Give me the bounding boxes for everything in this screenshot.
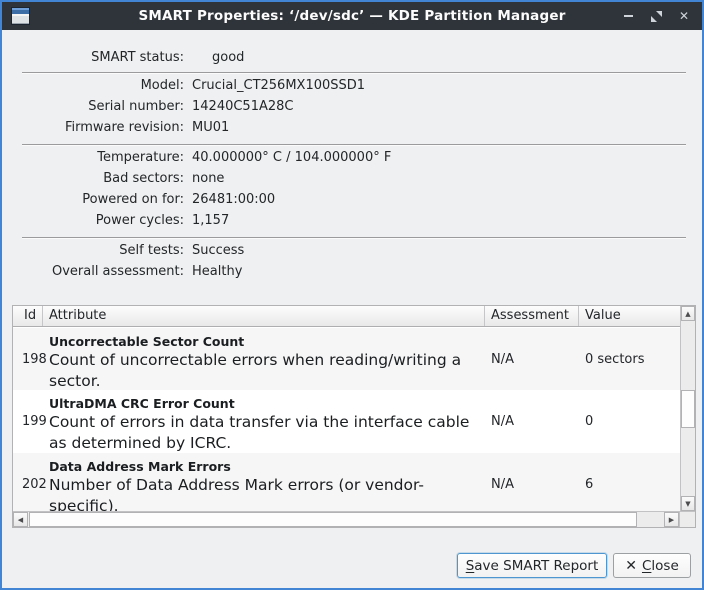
smart-properties-dialog: SMART Properties: ‘/dev/sdc’ — KDE Parti… xyxy=(0,0,704,590)
table-header: Id Attribute Assessment Value xyxy=(13,306,680,327)
attr-name: Uncorrectable Sector Count xyxy=(49,334,475,350)
attr-description: Count of errors in data transfer via the… xyxy=(49,412,475,453)
bad-sectors-label: Bad sectors: xyxy=(12,171,184,189)
attr-assessment: N/A xyxy=(485,328,579,391)
scroll-up-button[interactable]: ▲ xyxy=(681,306,695,321)
save-button-label: Save SMART Report xyxy=(466,558,599,574)
vertical-scroll-thumb[interactable] xyxy=(681,390,695,428)
close-button-label: Close xyxy=(642,558,679,574)
separator xyxy=(22,72,686,73)
window-controls: ✕ xyxy=(620,2,692,30)
attr-cell: Uncorrectable Sector Count Count of unco… xyxy=(43,328,485,391)
smart-status-row: SMART status: good xyxy=(12,50,692,68)
attr-name: UltraDMA CRC Error Count xyxy=(49,396,475,412)
scroll-up-icon: ▲ xyxy=(685,310,690,318)
bad-sectors-row: Bad sectors: none xyxy=(12,171,692,189)
header-value[interactable]: Value xyxy=(579,306,680,326)
power-cycles-row: Power cycles: 1,157 xyxy=(12,213,692,231)
separator xyxy=(22,237,686,238)
header-attribute[interactable]: Attribute xyxy=(43,306,485,326)
attr-description: Count of uncorrectable errors when readi… xyxy=(49,350,475,391)
serial-label: Serial number: xyxy=(12,99,184,117)
horizontal-scrollbar[interactable]: ◀ ▶ xyxy=(13,511,695,527)
model-label: Model: xyxy=(12,78,184,96)
close-window-button[interactable]: ✕ xyxy=(676,8,692,24)
table-row[interactable]: 202 Data Address Mark Errors Number of D… xyxy=(13,453,680,511)
attr-assessment: N/A xyxy=(485,453,579,511)
model-value: Crucial_CT256MX100SSD1 xyxy=(192,78,365,96)
attr-description: Number of Data Address Mark errors (or v… xyxy=(49,475,475,511)
powered-on-value: 26481:00:00 xyxy=(192,192,275,210)
firmware-value: MU01 xyxy=(192,120,229,138)
minimize-icon xyxy=(624,15,633,17)
power-cycles-label: Power cycles: xyxy=(12,213,184,231)
firmware-row: Firmware revision: MU01 xyxy=(12,120,692,138)
serial-row: Serial number: 14240C51A28C xyxy=(12,99,692,117)
overall-assessment-value: Healthy xyxy=(192,264,242,282)
restore-icon xyxy=(651,11,662,22)
close-icon: ✕ xyxy=(679,9,689,23)
attr-value: 0 sectors xyxy=(579,328,680,391)
smart-attributes-table: Id Attribute Assessment Value 198 Uncorr… xyxy=(12,305,696,528)
close-button[interactable]: ✕ Close xyxy=(613,553,691,578)
attr-id: 198 xyxy=(13,328,43,391)
smart-status-value: good xyxy=(192,50,244,68)
attr-id: 202 xyxy=(13,453,43,511)
save-smart-report-button[interactable]: Save SMART Report xyxy=(457,553,607,578)
model-row: Model: Crucial_CT256MX100SSD1 xyxy=(12,78,692,96)
smart-status-label: SMART status: xyxy=(12,50,184,68)
attr-value: 0 xyxy=(579,390,680,453)
bad-sectors-value: none xyxy=(192,171,224,189)
titlebar[interactable]: SMART Properties: ‘/dev/sdc’ — KDE Parti… xyxy=(2,2,702,30)
attr-name: Data Address Mark Errors xyxy=(49,459,475,475)
vertical-scrollbar[interactable]: ▲ ▼ xyxy=(680,306,695,511)
scroll-down-icon: ▼ xyxy=(685,500,690,508)
scroll-left-button[interactable]: ◀ xyxy=(13,512,28,527)
scroll-down-button[interactable]: ▼ xyxy=(681,496,695,511)
attr-cell: Data Address Mark Errors Number of Data … xyxy=(43,453,485,511)
powered-on-row: Powered on for: 26481:00:00 xyxy=(12,192,692,210)
attr-value: 6 xyxy=(579,453,680,511)
self-tests-value: Success xyxy=(192,243,244,261)
header-id[interactable]: Id xyxy=(13,306,43,326)
separator xyxy=(22,144,686,145)
temperature-value: 40.000000° C / 104.000000° F xyxy=(192,150,391,168)
scroll-left-icon: ◀ xyxy=(18,516,23,524)
attr-id: 199 xyxy=(13,390,43,453)
header-assessment[interactable]: Assessment xyxy=(485,306,579,326)
temperature-label: Temperature: xyxy=(12,150,184,168)
minimize-button[interactable] xyxy=(620,8,636,24)
restore-button[interactable] xyxy=(648,8,664,24)
power-cycles-value: 1,157 xyxy=(192,213,229,231)
serial-value: 14240C51A28C xyxy=(192,99,294,117)
self-tests-label: Self tests: xyxy=(12,243,184,261)
horizontal-scroll-thumb[interactable] xyxy=(29,512,637,527)
temperature-row: Temperature: 40.000000° C / 104.000000° … xyxy=(12,150,692,168)
attr-assessment: N/A xyxy=(485,390,579,453)
overall-assessment-row: Overall assessment: Healthy xyxy=(12,264,692,282)
self-tests-row: Self tests: Success xyxy=(12,243,692,261)
table-body: 198 Uncorrectable Sector Count Count of … xyxy=(13,328,680,511)
scroll-right-icon: ▶ xyxy=(669,516,674,524)
close-x-icon: ✕ xyxy=(625,558,637,574)
attr-cell: UltraDMA CRC Error Count Count of errors… xyxy=(43,390,485,453)
window-title: SMART Properties: ‘/dev/sdc’ — KDE Parti… xyxy=(2,8,702,24)
overall-assessment-label: Overall assessment: xyxy=(12,264,184,282)
scroll-right-button[interactable]: ▶ xyxy=(664,512,679,527)
dialog-body: SMART status: good Model: Crucial_CT256M… xyxy=(2,30,702,588)
powered-on-label: Powered on for: xyxy=(12,192,184,210)
table-row[interactable]: 198 Uncorrectable Sector Count Count of … xyxy=(13,328,680,390)
scrollbar-corner xyxy=(679,512,695,527)
firmware-label: Firmware revision: xyxy=(12,120,184,138)
table-row[interactable]: 199 UltraDMA CRC Error Count Count of er… xyxy=(13,390,680,453)
